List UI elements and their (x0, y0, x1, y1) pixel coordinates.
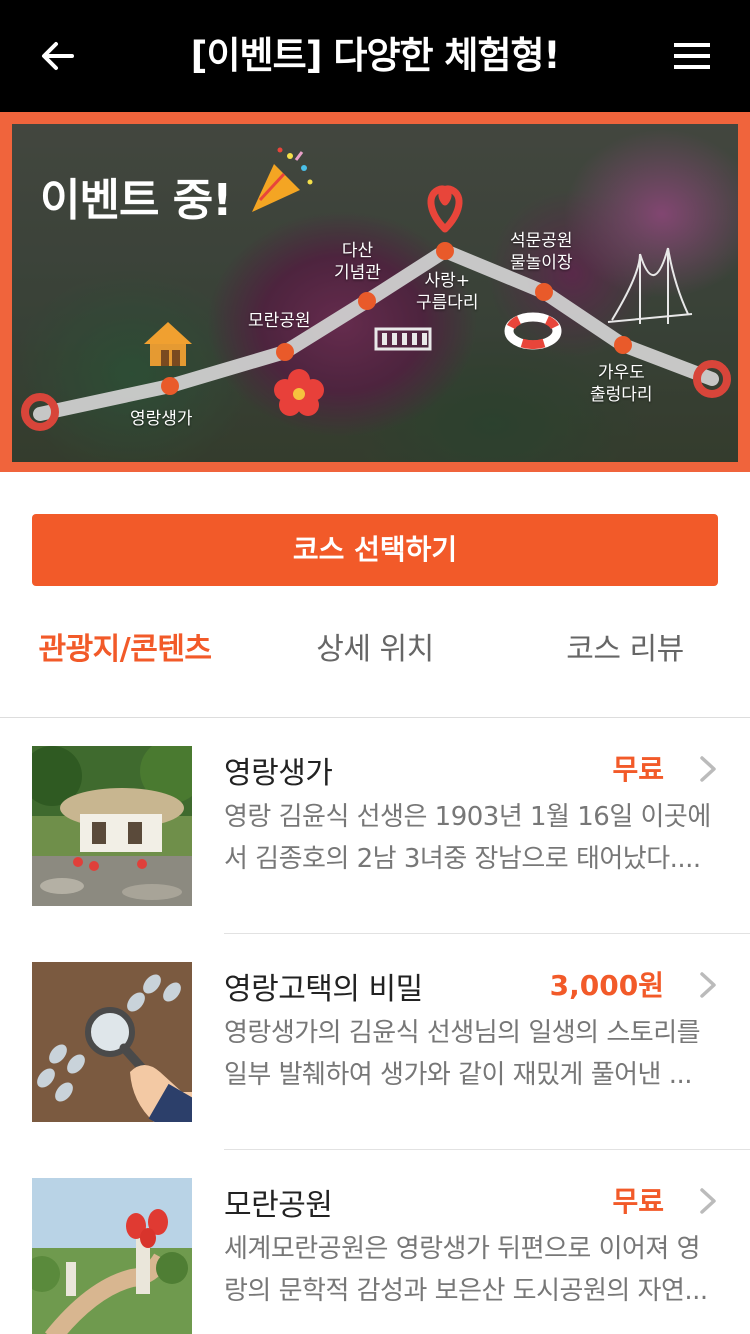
party-popper-icon (252, 147, 313, 212)
tab-reviews[interactable]: 코스 리뷰 (500, 612, 750, 688)
thumbnail-thatched-house (32, 746, 192, 906)
item-title: 영랑고택의 비밀 (224, 972, 423, 1007)
item-description: 영랑 김윤식 선생은 1903년 1월 16일 이곳에 서 김종호의 2남 3녀… (224, 802, 711, 874)
stop-dot (436, 242, 454, 260)
thumbnail-magnifier-footprints (32, 962, 192, 1122)
item-title: 영랑생가 (224, 756, 333, 791)
stop-label: 다산 기념관 (334, 241, 381, 283)
thumbnail-peony-park (32, 1178, 192, 1334)
chevron-right-icon (700, 972, 716, 998)
ribbon-heart-icon (427, 185, 463, 233)
stop-dot (535, 283, 553, 301)
list-item[interactable]: 영랑고택의 비밀 3,000원 영랑생가의 김윤식 선생님의 일생의 스토리를 … (0, 934, 750, 1150)
chevron-right-icon (700, 1188, 716, 1214)
event-banner[interactable]: 이벤트 중! 영랑생가 모란공원 다산 기념관 사랑+ 구름다리 석문공원 물놀… (0, 112, 750, 472)
stop-label: 사랑+ 구름다리 (416, 271, 479, 313)
top-app-bar: [이벤트] 다양한 체험형! (0, 0, 750, 112)
arrow-left-icon (42, 42, 74, 70)
stop-label: 석문공원 물놀이장 (510, 231, 573, 273)
back-button[interactable] (30, 28, 86, 84)
hut-icon (144, 322, 192, 366)
tab-location[interactable]: 상세 위치 (250, 612, 500, 688)
item-description: 영랑생가의 김윤식 선생님의 일생의 스토리를 일부 발췌하여 생가와 같이 재… (224, 1018, 701, 1090)
museum-building-icon (374, 327, 432, 351)
menu-button[interactable] (664, 28, 720, 84)
tab-attractions[interactable]: 관광지/콘텐츠 (0, 612, 250, 688)
select-course-button[interactable]: 코스 선택하기 (32, 514, 718, 586)
stop-label: 가우도 출렁다리 (590, 363, 653, 405)
list-item[interactable]: 모란공원 무료 세계모란공원은 영랑생가 뒤편으로 이어져 영 랑의 문학적 감… (0, 1150, 750, 1334)
stop-label: 영랑생가 (130, 409, 193, 429)
item-price: 무료 (612, 753, 664, 786)
stop-dot (276, 343, 294, 361)
item-title: 모란공원 (224, 1188, 333, 1223)
stop-dot (358, 292, 376, 310)
banner-image: 이벤트 중! 영랑생가 모란공원 다산 기념관 사랑+ 구름다리 석문공원 물놀… (12, 124, 738, 462)
stop-dot (161, 377, 179, 395)
event-ongoing-text: 이벤트 중! (40, 175, 232, 226)
chevron-right-icon (700, 756, 716, 782)
item-description: 세계모란공원은 영랑생가 뒤편으로 이어져 영 랑의 문학적 감성과 보은산 도… (224, 1234, 708, 1306)
page-title: [이벤트] 다양한 체험형! (190, 34, 561, 77)
stop-dot (614, 336, 632, 354)
item-price: 무료 (612, 1185, 664, 1218)
lifebuoy-icon (504, 312, 562, 350)
tab-bar: 관광지/콘텐츠 상세 위치 코스 리뷰 (0, 612, 750, 688)
hamburger-menu-icon (674, 43, 710, 69)
stop-label: 모란공원 (248, 311, 311, 331)
peony-flower-icon (274, 369, 324, 416)
list-item[interactable]: 영랑생가 무료 영랑 김윤식 선생은 1903년 1월 16일 이곳에 서 김종… (0, 718, 750, 934)
suspension-bridge-icon (607, 247, 693, 324)
item-price: 3,000원 (549, 969, 664, 1002)
